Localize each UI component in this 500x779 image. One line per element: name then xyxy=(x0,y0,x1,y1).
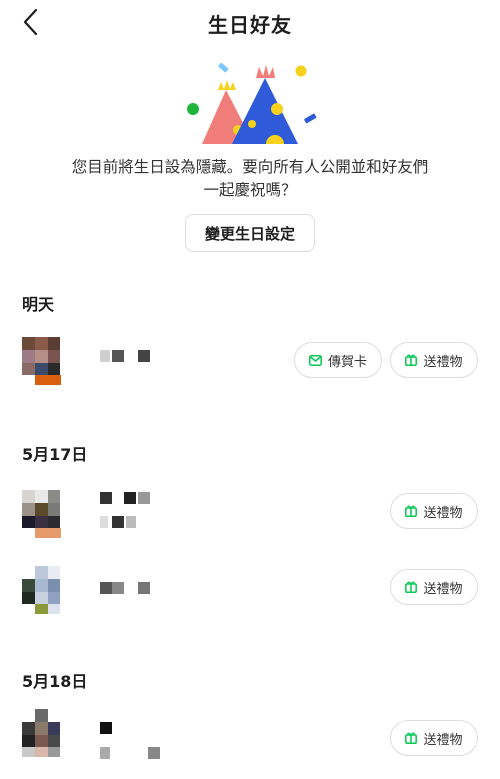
friend-row[interactable]: 送禮物 xyxy=(0,482,500,542)
send-gift-label: 送禮物 xyxy=(423,732,463,748)
envelope-icon xyxy=(309,354,322,366)
send-gift-label: 送禮物 xyxy=(423,354,463,370)
send-gift-button[interactable]: 送禮物 xyxy=(390,569,478,605)
avatar xyxy=(22,566,60,614)
page-title: 生日好友 xyxy=(208,13,292,37)
privacy-notice: 您目前將生日設為隱藏。要向所有人公開並和好友們 一起慶祝嗎？ xyxy=(40,156,460,202)
notice-line-1: 您目前將生日設為隱藏。要向所有人公開並和好友們 xyxy=(71,158,429,176)
friend-row[interactable]: 送禮物 xyxy=(0,558,500,618)
friend-row[interactable]: 傳賀卡 送禮物 xyxy=(0,332,500,392)
send-gift-button[interactable]: 送禮物 xyxy=(390,720,478,756)
gift-icon xyxy=(405,505,418,517)
send-gift-label: 送禮物 xyxy=(423,581,463,597)
notice-line-2: 一起慶祝嗎？ xyxy=(203,181,297,199)
avatar xyxy=(22,337,61,385)
send-gift-label: 送禮物 xyxy=(423,505,463,521)
change-birthday-settings-button[interactable]: 變更生日設定 xyxy=(185,214,315,252)
avatar xyxy=(22,709,60,757)
avatar xyxy=(22,490,61,538)
friend-row[interactable]: 送禮物 xyxy=(0,708,500,768)
gift-icon xyxy=(405,354,418,366)
gift-icon xyxy=(405,581,418,593)
section-title-may-18: 5月18日 xyxy=(22,672,88,691)
top-bar: 生日好友 xyxy=(0,0,500,44)
party-hats-illustration xyxy=(180,60,320,148)
send-gift-button[interactable]: 送禮物 xyxy=(390,342,478,378)
gift-icon xyxy=(405,732,418,744)
send-card-label: 傳賀卡 xyxy=(327,354,367,370)
section-title-tomorrow: 明天 xyxy=(22,295,55,314)
send-gift-button[interactable]: 送禮物 xyxy=(390,493,478,529)
send-card-button[interactable]: 傳賀卡 xyxy=(294,342,382,378)
section-title-may-17: 5月17日 xyxy=(22,445,88,464)
